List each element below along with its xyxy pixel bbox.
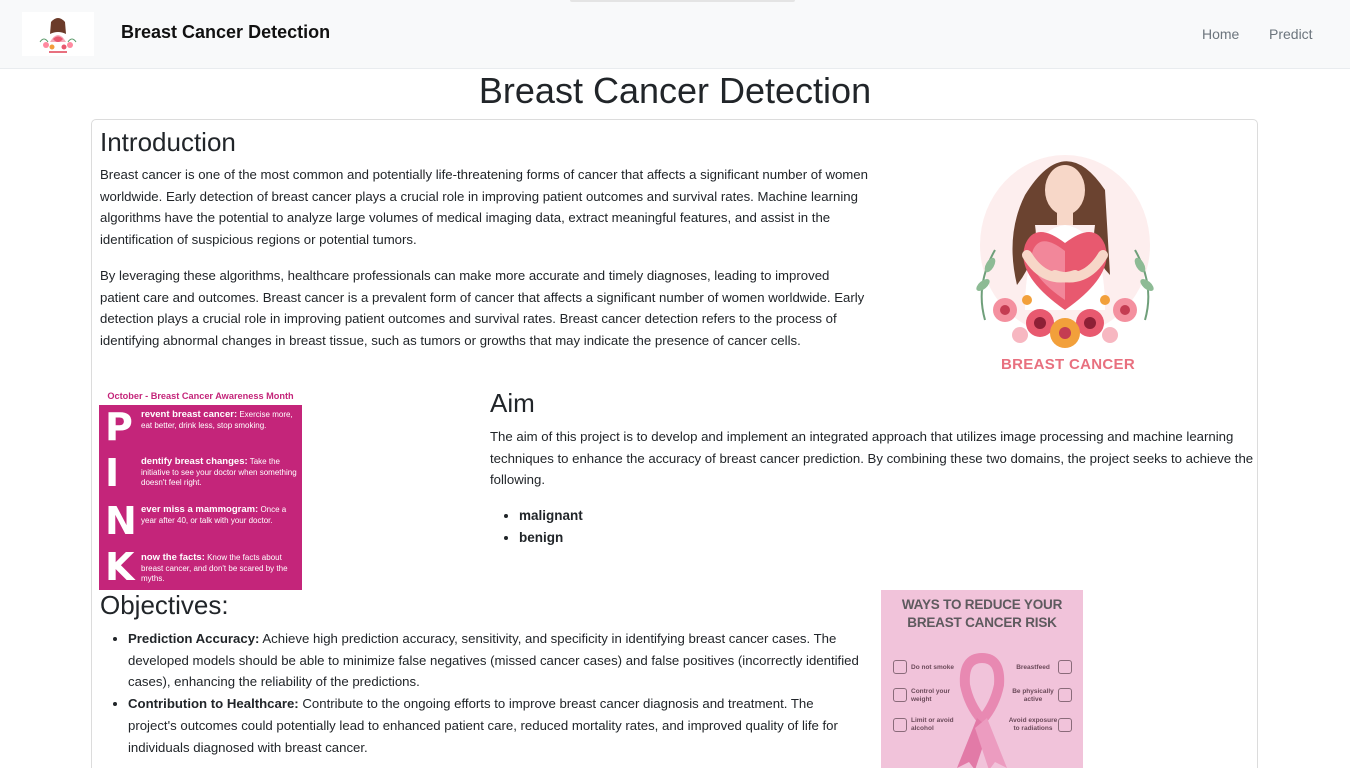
nav-home-link[interactable]: Home xyxy=(1202,26,1239,42)
pink-poster-header: October - Breast Cancer Awareness Month xyxy=(99,388,302,405)
ways-poster-title: WAYS TO REDUCE YOUR BREAST CANCER RISK xyxy=(881,596,1083,632)
pink-letter-p: P xyxy=(105,405,133,449)
pink-letter-i: I xyxy=(105,451,120,495)
pink-letter-n: N xyxy=(105,499,137,543)
aim-item-benign: benign xyxy=(519,527,583,549)
navbar-brand[interactable]: Breast Cancer Detection xyxy=(121,22,330,43)
ways-title-line-2: BREAST CANCER RISK xyxy=(907,615,1057,630)
ways-right-item-2: Be physically active xyxy=(1012,688,1054,703)
page-title: Breast Cancer Detection xyxy=(478,70,872,111)
introduction-paragraph-1: Breast cancer is one of the most common … xyxy=(100,167,868,248)
reduce-risk-poster: WAYS TO REDUCE YOUR BREAST CANCER RISK D… xyxy=(881,590,1083,768)
aim-item-malignant: malignant xyxy=(519,505,583,527)
objective-item: Contribution to Healthcare: Contribute t… xyxy=(128,693,863,758)
breastfeed-icon xyxy=(1058,660,1072,674)
pink-item-1: revent breast cancer: Exercise more, eat… xyxy=(141,409,299,431)
ways-right-item-3: Avoid exposure to radiations xyxy=(1008,717,1058,732)
exercise-icon xyxy=(1058,688,1072,702)
nav-shadow xyxy=(570,0,795,2)
pink-awareness-poster: October - Breast Cancer Awareness Month … xyxy=(99,388,302,590)
hero-caption: BREAST CANCER xyxy=(1001,356,1135,373)
pink-item-2-bold: dentify breast changes: xyxy=(141,456,248,467)
introduction-paragraph-2: By leveraging these algorithms, healthca… xyxy=(100,268,865,349)
ways-left-item-3: Limit or avoid alcohol xyxy=(911,717,954,732)
ways-title-line-1: WAYS TO REDUCE YOUR xyxy=(901,597,1063,612)
nav-predict-link[interactable]: Predict xyxy=(1269,26,1313,42)
ways-right-item-1: Breastfeed xyxy=(1016,664,1050,671)
objective-item: Prediction Accuracy: Achieve high predic… xyxy=(128,628,863,693)
aim-heading: Aim xyxy=(490,388,535,418)
objectives-list: Prediction Accuracy: Achieve high predic… xyxy=(128,628,863,758)
no-alcohol-icon xyxy=(893,718,907,732)
ways-left-item-1: Do not smoke xyxy=(911,664,954,671)
pink-item-4: now the facts: Know the facts about brea… xyxy=(141,552,299,585)
brand-logo[interactable] xyxy=(22,12,94,56)
objective-item-1-label: Prediction Accuracy: xyxy=(128,631,260,646)
pink-item-4-bold: now the facts: xyxy=(141,552,205,563)
aim-list: malignant benign xyxy=(519,505,583,549)
pink-letter-k: K xyxy=(105,545,135,589)
radiation-icon xyxy=(1058,718,1072,732)
no-smoking-icon xyxy=(893,660,907,674)
ways-left-item-2: Control your weight xyxy=(911,688,950,703)
pink-item-3-bold: ever miss a mammogram: xyxy=(141,504,259,515)
aim-paragraph: The aim of this project is to develop an… xyxy=(490,429,1254,488)
scale-icon xyxy=(893,688,907,702)
breast-cancer-illustration xyxy=(955,135,1175,375)
pink-item-2: dentify breast changes: Take the initiat… xyxy=(141,456,299,489)
objective-item-2-label: Contribution to Healthcare: xyxy=(128,696,299,712)
objectives-heading: Objectives: xyxy=(100,590,229,620)
pink-item-3: ever miss a mammogram: Once a year after… xyxy=(141,504,299,526)
pink-item-1-bold: revent breast cancer: xyxy=(141,409,238,420)
navbar: Breast Cancer Detection Home Predict xyxy=(0,0,1350,69)
introduction-heading: Introduction xyxy=(100,127,236,157)
